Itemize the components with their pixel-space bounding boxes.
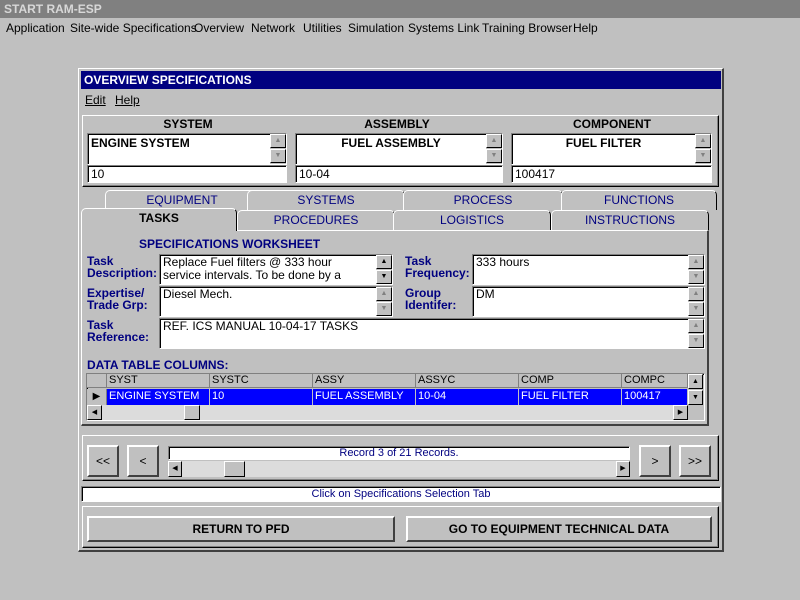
next-record-button[interactable]: > [639,445,671,477]
record-scroll-thumb[interactable] [224,461,245,477]
tab-procedures[interactable]: PROCEDURES [237,210,395,230]
tab-systems[interactable]: SYSTEMS [247,190,405,210]
scroll-left-icon[interactable]: ◀ [168,461,182,477]
system-scrollbar[interactable]: ▲ ▼ [270,134,286,164]
assembly-name: FUEL ASSEMBLY [341,136,441,150]
app-title-bar: START RAM-ESP [0,0,800,18]
scroll-down-icon[interactable]: ▼ [486,149,502,163]
menu-site-wide-specifications[interactable]: Site-wide Specifications [70,21,197,35]
system-code: 10 [91,167,105,181]
record-status-field: Record 3 of 21 Records. [168,446,630,460]
assembly-header: ASSEMBLY [364,117,430,131]
menu-network[interactable]: Network [251,21,295,35]
tab-logistics[interactable]: LOGISTICS [393,210,551,230]
system-name-box[interactable]: ENGINE SYSTEM ▲ ▼ [87,133,287,165]
status-line: Click on Specifications Selection Tab [81,486,721,502]
scroll-up-icon[interactable]: ▲ [486,134,502,148]
component-header: COMPONENT [573,117,651,131]
tab-functions[interactable]: FUNCTIONS [561,190,717,210]
scroll-right-icon[interactable]: ▶ [616,461,630,477]
menu-bar: Application Site-wide Specifications Ove… [0,18,800,38]
window-menu-edit[interactable]: Edit [85,93,106,107]
tab-instructions[interactable]: INSTRUCTIONS [551,210,709,230]
tasks-panel [81,230,709,426]
go-to-equipment-technical-data-button[interactable]: GO TO EQUIPMENT TECHNICAL DATA [406,516,712,542]
system-name: ENGINE SYSTEM [91,136,190,150]
scroll-up-icon[interactable]: ▲ [695,134,711,148]
status-message: Click on Specifications Selection Tab [311,488,491,500]
overview-specifications-window: OVERVIEW SPECIFICATIONS Edit Help SYSTEM… [78,68,724,552]
scroll-down-icon[interactable]: ▼ [270,149,286,163]
tab-equipment[interactable]: EQUIPMENT [105,190,259,210]
tab-tasks[interactable]: TASKS [81,208,237,231]
prev-record-button[interactable]: < [127,445,159,477]
assembly-name-box[interactable]: FUEL ASSEMBLY ▲ ▼ [295,133,503,165]
menu-training-browser[interactable]: Training Browser [482,21,572,35]
menu-help[interactable]: Help [573,21,598,35]
record-scrollbar[interactable]: ◀ ▶ [168,461,630,477]
menu-overview[interactable]: Overview [194,21,244,35]
scroll-up-icon[interactable]: ▲ [270,134,286,148]
assembly-code: 10-04 [299,167,330,181]
return-to-pfd-button[interactable]: RETURN TO PFD [87,516,395,542]
assembly-code-field[interactable]: 10-04 [295,165,503,183]
menu-utilities[interactable]: Utilities [303,21,342,35]
component-scrollbar[interactable]: ▲ ▼ [695,134,711,164]
system-header: SYSTEM [163,117,213,131]
component-name-box[interactable]: FUEL FILTER ▲ ▼ [511,133,712,165]
window-title: OVERVIEW SPECIFICATIONS [81,71,721,89]
window-menu-help-label: Help [115,93,140,107]
window-menu-help[interactable]: Help [115,93,140,107]
menu-systems-link[interactable]: Systems Link [408,21,479,35]
tab-process[interactable]: PROCESS [403,190,563,210]
assembly-scrollbar[interactable]: ▲ ▼ [486,134,502,164]
scroll-down-icon[interactable]: ▼ [695,149,711,163]
menu-application[interactable]: Application [6,21,65,35]
window-menu-edit-label: Edit [85,93,106,107]
app-title: START RAM-ESP [4,2,102,16]
system-code-field[interactable]: 10 [87,165,287,183]
last-record-button[interactable]: >> [679,445,711,477]
menu-simulation[interactable]: Simulation [348,21,404,35]
component-code: 100417 [515,167,556,181]
component-code-field[interactable]: 100417 [511,165,712,183]
first-record-button[interactable]: << [87,445,119,477]
component-name: FUEL FILTER [565,136,642,150]
record-status: Record 3 of 21 Records. [339,447,459,459]
